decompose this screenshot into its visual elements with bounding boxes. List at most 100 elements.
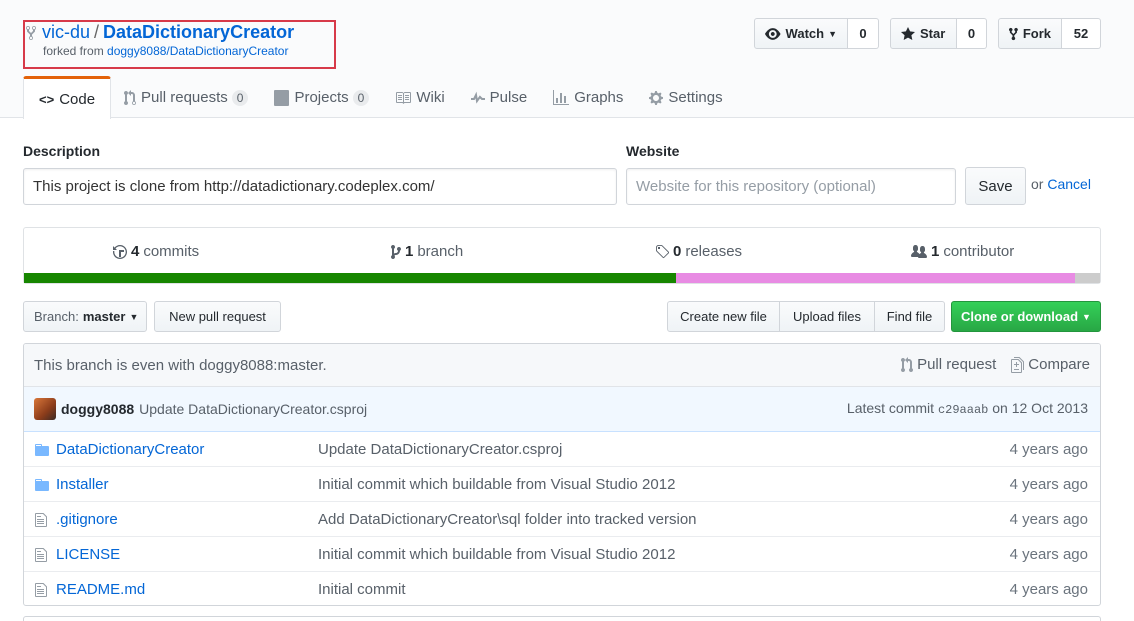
forked-from-prefix: forked from xyxy=(43,44,104,58)
eye-icon xyxy=(765,27,781,40)
file-navigation: This branch is even with doggy8088:maste… xyxy=(23,343,1101,606)
tab-code[interactable]: <> Code xyxy=(23,76,112,119)
commit-tease: doggy8088 Update DataDictionaryCreator.c… xyxy=(24,387,1100,432)
tab-settings-label: Settings xyxy=(668,89,723,106)
new-pull-request-button[interactable]: New pull request xyxy=(154,301,281,332)
projects-counter: 0 xyxy=(352,89,370,106)
file-name-link[interactable]: .gitignore xyxy=(56,511,118,528)
pull-request-link[interactable]: Pull request xyxy=(917,356,996,373)
tab-graphs[interactable]: Graphs xyxy=(540,76,636,119)
language-bar[interactable] xyxy=(24,273,1100,283)
file-commit-message[interactable]: Update DataDictionaryCreator.csproj xyxy=(318,441,562,458)
cancel-link[interactable]: Cancel xyxy=(1047,176,1091,192)
clone-or-download-button[interactable]: Clone or download ▼ xyxy=(951,301,1101,332)
branch-count: 1 xyxy=(405,243,414,260)
branch-actions: Pull request Compare xyxy=(901,356,1090,373)
file-commit-message[interactable]: Initial commit which buildable from Visu… xyxy=(318,476,675,493)
clone-label: Clone or download xyxy=(961,309,1079,324)
star-button[interactable]: Star xyxy=(890,18,957,49)
language-segment[interactable] xyxy=(1075,273,1100,283)
tag-icon xyxy=(655,244,669,260)
tab-pulse[interactable]: Pulse xyxy=(458,76,541,119)
forked-from: forked from doggy8088/DataDictionaryCrea… xyxy=(43,44,288,58)
numbers-summary: 4 commits 1 branch 0 releases 1 contribu… xyxy=(23,227,1101,284)
star-group: Star 0 xyxy=(890,18,987,49)
file-commit-message[interactable]: Initial commit xyxy=(318,581,406,598)
project-icon xyxy=(274,89,290,106)
watch-count[interactable]: 0 xyxy=(848,18,879,49)
tab-settings[interactable]: Settings xyxy=(636,76,735,119)
tab-projects[interactable]: Projects 0 xyxy=(261,76,382,119)
file-commit-message[interactable]: Initial commit which buildable from Visu… xyxy=(318,546,675,563)
file-row[interactable]: LICENSE Initial commit which buildable f… xyxy=(24,537,1100,572)
file-age: 4 years ago xyxy=(1009,581,1088,598)
description-label: Description xyxy=(23,143,101,159)
latest-commit-label: Latest commit xyxy=(846,400,935,416)
file-name-link[interactable]: Installer xyxy=(56,476,109,493)
branches-link[interactable]: 1 branch xyxy=(391,243,463,260)
language-segment[interactable] xyxy=(676,273,1076,283)
fork-count[interactable]: 52 xyxy=(1062,18,1101,49)
branch-name: master xyxy=(82,309,126,324)
git-pull-request-icon xyxy=(124,89,137,106)
fork-label: Fork xyxy=(1022,26,1051,41)
file-commit-message[interactable]: Add DataDictionaryCreator\sql folder int… xyxy=(318,511,697,528)
repo-forked-icon xyxy=(1009,27,1018,40)
folder-icon xyxy=(35,477,49,497)
file-row[interactable]: Installer Initial commit which buildable… xyxy=(24,467,1100,502)
tab-pulse-label: Pulse xyxy=(489,89,528,106)
fork-group: Fork 52 xyxy=(998,18,1101,49)
compare-link[interactable]: Compare xyxy=(1028,356,1090,373)
commit-sha-link[interactable]: c29aaab xyxy=(938,403,988,417)
language-segment[interactable] xyxy=(24,273,677,283)
fork-button[interactable]: Fork xyxy=(998,18,1062,49)
file-age: 4 years ago xyxy=(1009,510,1088,528)
pulse-icon xyxy=(470,90,485,106)
cancel-group: or Cancel xyxy=(1031,176,1091,192)
star-count[interactable]: 0 xyxy=(957,18,987,49)
commit-author-link[interactable]: doggy8088 xyxy=(61,401,134,417)
file-age: 4 years ago xyxy=(1009,475,1088,493)
releases-label: releases xyxy=(685,243,743,260)
tab-wiki[interactable]: Wiki xyxy=(382,76,457,119)
releases-link[interactable]: 0 releases xyxy=(655,243,742,260)
save-button[interactable]: Save xyxy=(965,167,1026,205)
avatar[interactable] xyxy=(34,398,56,420)
website-input[interactable]: Website for this repository (optional) xyxy=(626,168,956,205)
git-branch-icon xyxy=(391,244,401,260)
file-name-link[interactable]: README.md xyxy=(56,581,145,598)
code-icon: <> xyxy=(39,91,55,107)
caret-down-icon: ▼ xyxy=(129,311,139,322)
tab-pull-requests[interactable]: Pull requests 0 xyxy=(111,76,261,119)
contributors-link[interactable]: 1 contributor xyxy=(911,243,1014,260)
description-input[interactable]: This project is clone from http://datadi… xyxy=(23,168,617,205)
file-row[interactable]: .gitignore Add DataDictionaryCreator\sql… xyxy=(24,502,1100,537)
watch-button[interactable]: Watch ▼ xyxy=(754,18,848,49)
commits-label: commits xyxy=(143,243,200,260)
file-name-link[interactable]: DataDictionaryCreator xyxy=(56,441,204,458)
file-name-link[interactable]: LICENSE xyxy=(56,546,120,563)
forked-source-link[interactable]: doggy8088/DataDictionaryCreator xyxy=(107,44,288,58)
file-text-icon xyxy=(35,582,47,602)
branch-select-button[interactable]: Branch: master ▼ xyxy=(23,301,147,332)
branch-info-bar: This branch is even with doggy8088:maste… xyxy=(24,344,1100,387)
commit-message-link[interactable]: Update DataDictionaryCreator.csproj xyxy=(139,401,367,417)
file-age: 4 years ago xyxy=(1009,440,1088,458)
commit-date: on 12 Oct 2013 xyxy=(992,400,1088,416)
tab-projects-label: Projects xyxy=(294,89,349,106)
organization-icon xyxy=(911,244,927,260)
tab-pull-requests-label: Pull requests xyxy=(141,89,228,106)
readme-box-edge xyxy=(23,616,1101,621)
file-row[interactable]: DataDictionaryCreator Update DataDiction… xyxy=(24,432,1100,467)
or-text: or xyxy=(1031,176,1044,192)
upload-files-button[interactable]: Upload files xyxy=(780,301,875,332)
repo-name-link[interactable]: DataDictionaryCreator xyxy=(103,22,294,42)
file-actions-group: Create new file Upload files Find file xyxy=(667,301,945,332)
repo-owner-link[interactable]: vic-du xyxy=(42,22,90,42)
create-new-file-button[interactable]: Create new file xyxy=(667,301,780,332)
commits-link[interactable]: 4 commits xyxy=(113,243,199,260)
tab-graphs-label: Graphs xyxy=(574,89,624,106)
releases-count: 0 xyxy=(673,243,682,260)
find-file-button[interactable]: Find file xyxy=(875,301,945,332)
file-row[interactable]: README.md Initial commit 4 years ago xyxy=(24,572,1100,605)
